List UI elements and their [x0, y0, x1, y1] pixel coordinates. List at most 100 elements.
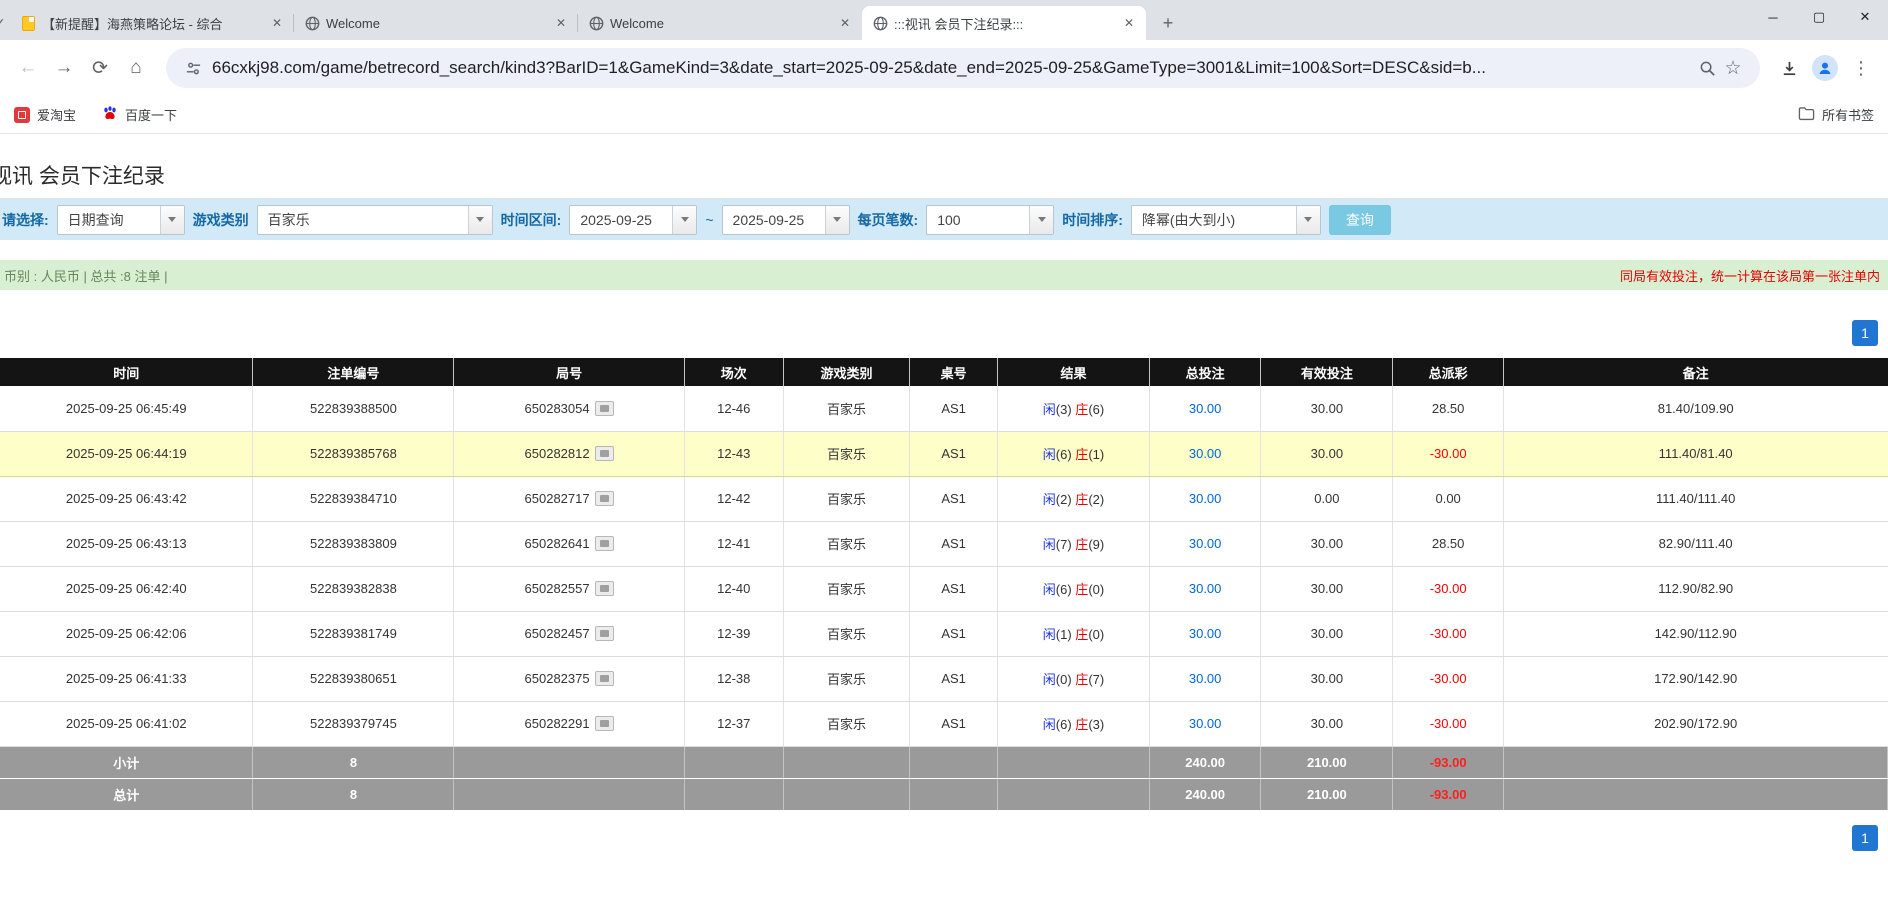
summary-valid-bet: 210.00: [1261, 746, 1393, 778]
chevron-down-icon: [160, 206, 184, 234]
reload-icon[interactable]: ⟳: [82, 50, 118, 86]
date-start-select[interactable]: 2025-09-25: [569, 205, 697, 235]
info-bar: 币别 : 人民币 | 总共 :8 注单 | 同局有效投注，统一计算在该局第一张注…: [0, 260, 1888, 290]
cell-result: 闲(1) 庄(0): [998, 611, 1150, 656]
tab-welcome-2[interactable]: Welcome ✕: [578, 6, 862, 40]
globe-icon: [304, 15, 320, 31]
menu-dots-icon[interactable]: ⋮: [1844, 51, 1878, 85]
round-id-text: 650282717: [525, 491, 590, 506]
page-size-select[interactable]: 100: [926, 205, 1054, 235]
date-end-select[interactable]: 2025-09-25: [722, 205, 850, 235]
banker-result: 庄: [1075, 492, 1088, 507]
table-summary-row: 总计 8 240.00 210.00 -93.00: [0, 778, 1888, 810]
cell-table-no: AS1: [910, 611, 998, 656]
window-close-button[interactable]: ✕: [1842, 0, 1888, 34]
cell-total-bet: 30.00: [1149, 566, 1260, 611]
query-type-select[interactable]: 日期查询: [57, 205, 185, 235]
table-body: 2025-09-25 06:45:49 522839388500 6502830…: [0, 386, 1888, 810]
cell-result: 闲(3) 庄(6): [998, 386, 1150, 431]
total-bet-link[interactable]: 30.00: [1189, 401, 1222, 416]
round-id-text: 650282291: [525, 716, 590, 731]
summary-total-bet: 240.00: [1149, 746, 1260, 778]
tab-close-icon[interactable]: ✕: [1120, 14, 1138, 32]
total-bet-link[interactable]: 30.00: [1189, 536, 1222, 551]
new-tab-button[interactable]: +: [1154, 9, 1182, 37]
partial-tab-sliver[interactable]: ✓: [0, 6, 10, 40]
tab-title: :::视讯 会员下注纪录:::: [894, 14, 1114, 33]
url-text[interactable]: 66cxkj98.com/game/betrecord_search/kind3…: [212, 58, 1694, 78]
cell-bet-id: 522839388500: [253, 386, 454, 431]
tab-strip: ✓ 【新提醒】海燕策略论坛 - 综合 ✕ Welcome ✕ Welcome ✕…: [0, 0, 1888, 40]
bookmark-baidu[interactable]: 百度一下: [102, 105, 177, 124]
site-settings-icon[interactable]: [180, 60, 206, 77]
tab-close-icon[interactable]: ✕: [552, 14, 570, 32]
round-replay-icon[interactable]: [595, 626, 614, 641]
table-row: 2025-09-25 06:45:49 522839388500 6502830…: [0, 386, 1888, 431]
summary-count: 8: [253, 746, 454, 778]
cell-remark: 202.90/172.90: [1503, 701, 1887, 746]
tab-close-icon[interactable]: ✕: [836, 14, 854, 32]
browser-toolbar: ← → ⟳ ⌂ 66cxkj98.com/game/betrecord_sear…: [0, 40, 1888, 96]
banker-count: (9): [1088, 537, 1104, 552]
search-button[interactable]: 查询: [1329, 205, 1391, 235]
player-count: (1): [1056, 627, 1072, 642]
bookmarks-bar: 爱淘宝 百度一下 所有书签: [0, 96, 1888, 134]
total-bet-link[interactable]: 30.00: [1189, 716, 1222, 731]
total-bet-link[interactable]: 30.00: [1189, 581, 1222, 596]
bookmark-aitaobao[interactable]: 爱淘宝: [14, 105, 76, 124]
total-bet-link[interactable]: 30.00: [1189, 491, 1222, 506]
total-bet-link[interactable]: 30.00: [1189, 446, 1222, 461]
round-replay-icon[interactable]: [595, 446, 614, 461]
tab-welcome-1[interactable]: Welcome ✕: [294, 6, 578, 40]
zoom-icon[interactable]: [1694, 60, 1720, 77]
cell-total-bet: 30.00: [1149, 386, 1260, 431]
bookmark-star-icon[interactable]: ☆: [1720, 57, 1746, 80]
back-icon[interactable]: ←: [10, 50, 46, 86]
sort-label: 时间排序:: [1062, 210, 1123, 230]
cell-bet-id: 522839381749: [253, 611, 454, 656]
round-replay-icon[interactable]: [595, 401, 614, 416]
tab-forum[interactable]: 【新提醒】海燕策略论坛 - 综合 ✕: [10, 6, 294, 40]
table-row: 2025-09-25 06:44:19 522839385768 6502828…: [0, 431, 1888, 476]
game-category-select[interactable]: 百家乐: [257, 205, 493, 235]
forward-icon[interactable]: →: [46, 50, 82, 86]
cell-remark: 111.40/111.40: [1503, 476, 1887, 521]
tab-close-icon[interactable]: ✕: [268, 14, 286, 32]
cell-payout: -30.00: [1393, 701, 1503, 746]
cell-total-bet: 30.00: [1149, 656, 1260, 701]
cell-valid-bet: 0.00: [1261, 476, 1393, 521]
table-row: 2025-09-25 06:41:33 522839380651 6502823…: [0, 656, 1888, 701]
filter-bar: 请选择: 日期查询 游戏类别 百家乐 时间区间: 2025-09-25 ~ 20…: [0, 198, 1888, 240]
valid-bet-notice: 同局有效投注，统一计算在该局第一张注单内: [1620, 266, 1880, 285]
summary-empty: [454, 778, 684, 810]
total-bet-link[interactable]: 30.00: [1189, 671, 1222, 686]
summary-empty: [998, 746, 1150, 778]
all-bookmarks[interactable]: 所有书签: [1798, 105, 1874, 124]
tab-bet-records-active[interactable]: :::视讯 会员下注纪录::: ✕: [862, 6, 1146, 40]
window-maximize-button[interactable]: ▢: [1796, 0, 1842, 34]
download-icon[interactable]: [1772, 51, 1806, 85]
banker-count: (7): [1088, 672, 1104, 687]
page-1-button[interactable]: 1: [1852, 320, 1878, 346]
round-replay-icon[interactable]: [595, 491, 614, 506]
cell-remark: 111.40/81.40: [1503, 431, 1887, 476]
sort-select[interactable]: 降幂(由大到小): [1131, 205, 1321, 235]
header-result: 结果: [998, 358, 1150, 386]
round-replay-icon[interactable]: [595, 536, 614, 551]
forum-favicon-icon: [20, 15, 36, 31]
round-replay-icon[interactable]: [595, 716, 614, 731]
tab-title: Welcome: [610, 16, 830, 31]
profile-avatar-icon[interactable]: [1812, 55, 1838, 81]
cell-session: 12-38: [684, 656, 783, 701]
round-id-text: 650283054: [525, 401, 590, 416]
round-replay-icon[interactable]: [595, 671, 614, 686]
total-bet-link[interactable]: 30.00: [1189, 626, 1222, 641]
tab-title: Welcome: [326, 16, 546, 31]
round-replay-icon[interactable]: [595, 581, 614, 596]
cell-payout: -30.00: [1393, 611, 1503, 656]
address-bar[interactable]: 66cxkj98.com/game/betrecord_search/kind3…: [166, 48, 1760, 88]
cell-time: 2025-09-25 06:43:42: [0, 476, 253, 521]
page-1-button[interactable]: 1: [1852, 825, 1878, 851]
home-icon[interactable]: ⌂: [118, 50, 154, 86]
window-minimize-button[interactable]: ─: [1750, 0, 1796, 34]
